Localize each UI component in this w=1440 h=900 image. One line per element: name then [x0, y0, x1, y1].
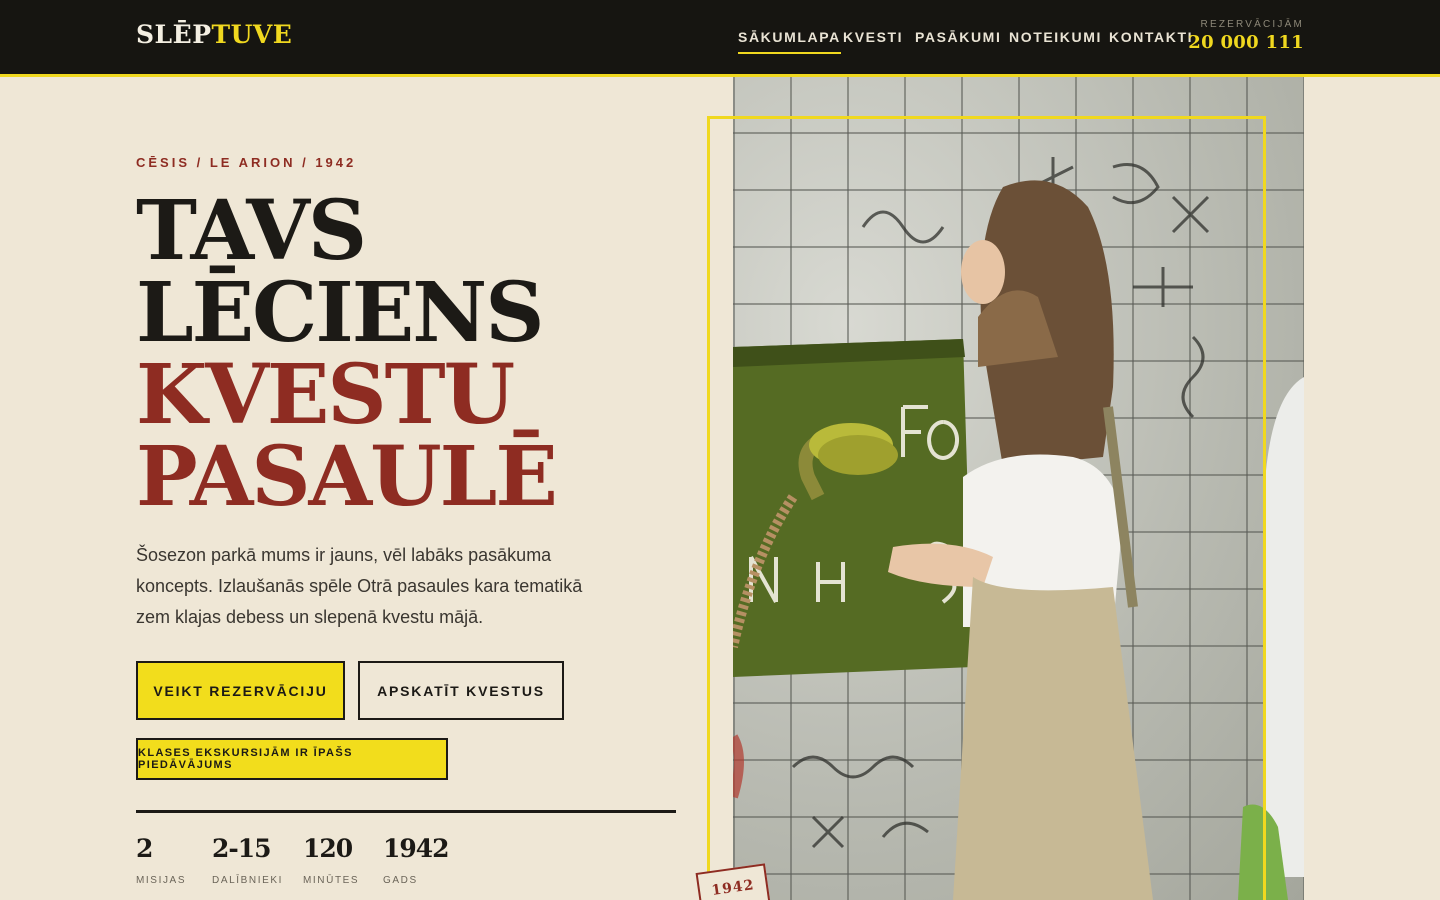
stat-label-participants: DALĪBNIEKI [212, 875, 284, 886]
hero-lead-text: Šosezon parkā mums ir jauns, vēl labāks … [136, 545, 583, 627]
stat-value-missions: 2 [136, 834, 153, 863]
stat-label-year: GADS [383, 875, 418, 886]
hero-title-line-3: KVESTU [136, 347, 515, 443]
class-excursion-offer-button[interactable]: KLASES EKSKURSIJĀM IR ĪPAŠS PIEDĀVĀJUMS [136, 738, 448, 780]
logo-part-1: SLĒP [136, 20, 212, 49]
reservation-phone-link[interactable]: 20 000 111 [1180, 32, 1304, 54]
nav-item-sakumlapa[interactable]: SĀKUMLAPA [738, 27, 841, 54]
hero-title-line-1: TAVS [136, 183, 367, 279]
stat-value-minutes: 120 [303, 834, 353, 863]
hero-title-line-2: LĒCIENS [136, 265, 544, 361]
nav-item-kvesti[interactable]: KVESTI [843, 27, 903, 47]
stats-divider [136, 810, 676, 813]
nav-item-noteikumi[interactable]: NOTEIKUMI [1009, 27, 1102, 47]
stat-value-year: 1942 [383, 834, 450, 863]
hero-photo-illustration [733, 157, 1304, 900]
year-stamp: 1942 [695, 863, 771, 900]
stat-label-minutes: MINŪTES [303, 875, 360, 886]
make-reservation-button[interactable]: VEIKT REZERVĀCIJU [136, 661, 345, 720]
site-header: SLĒPTUVE SĀKUMLAPA KVESTI PASĀKUMI NOTEI… [0, 0, 1440, 77]
stat-label-missions: MISIJAS [136, 875, 187, 886]
hero-kicker: CĒSIS / LE ARION / 1942 [136, 155, 357, 170]
nav-item-pasakumi[interactable]: PASĀKUMI [915, 27, 1001, 47]
view-quests-button[interactable]: APSKATĪT KVESTUS [358, 661, 564, 720]
hero-photo [733, 77, 1304, 900]
logo-part-2: TUVE [211, 20, 293, 49]
hero-title-line-4: PASAULĒ [136, 429, 558, 525]
stat-value-participants: 2-15 [212, 834, 272, 863]
reservation-label: REZERVĀCIJĀM [1200, 19, 1304, 30]
site-logo[interactable]: SLĒPTUVE [136, 20, 292, 50]
